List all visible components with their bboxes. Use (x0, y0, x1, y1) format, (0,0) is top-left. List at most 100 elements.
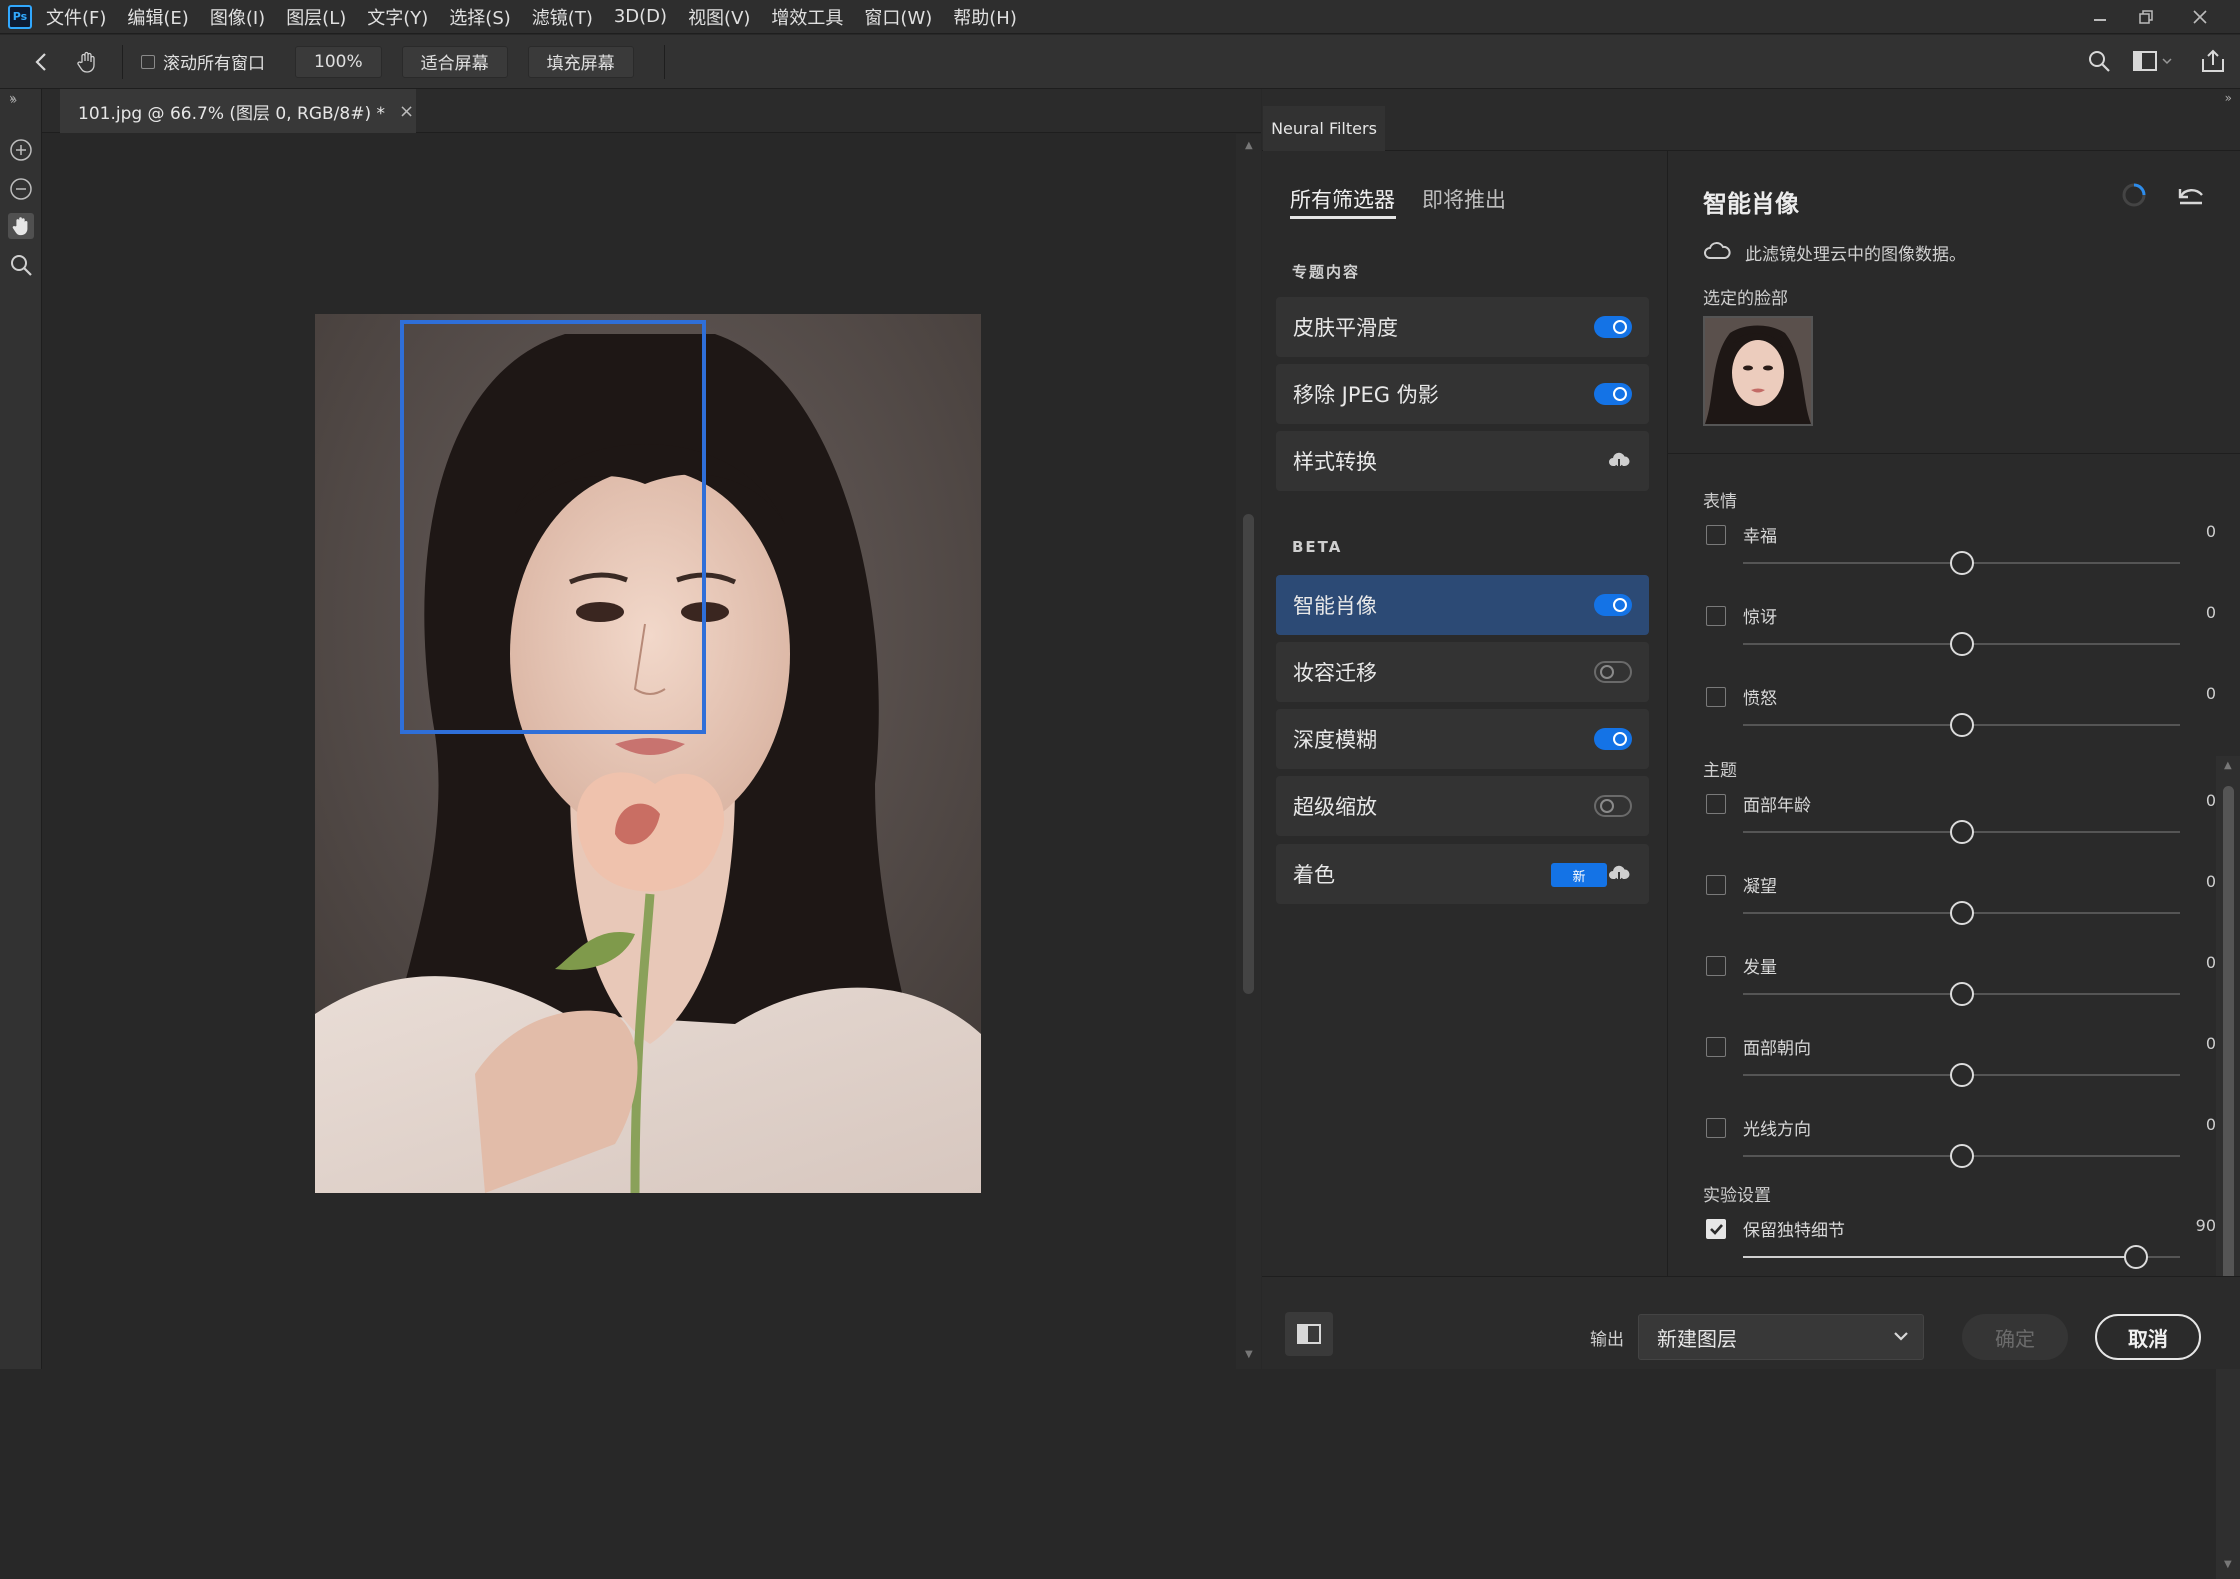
menu-edit[interactable]: 编辑(E) (127, 4, 188, 30)
slider-checkbox[interactable] (1706, 875, 1726, 895)
filter-style-transfer[interactable]: 样式转换 (1276, 431, 1649, 491)
menu-help[interactable]: 帮助(H) (953, 4, 1017, 30)
filter-depth-blur[interactable]: 深度模糊 (1276, 709, 1649, 769)
filter-smart-portrait[interactable]: 智能肖像 (1276, 575, 1649, 635)
slider-checkbox[interactable] (1706, 525, 1726, 545)
toggle-skin-smoothing[interactable] (1594, 316, 1632, 338)
menu-view[interactable]: 视图(V) (688, 4, 750, 30)
menu-layer[interactable]: 图层(L) (286, 4, 346, 30)
zoom-100-button[interactable]: 100% (295, 45, 382, 78)
slider-handle[interactable] (1949, 551, 1974, 575)
menu-select[interactable]: 选择(S) (449, 4, 510, 30)
tab-all-filters[interactable]: 所有筛选器 (1290, 184, 1395, 214)
search-icon[interactable] (2087, 49, 2111, 77)
slider-row: 面部朝向 0 (1668, 1031, 2228, 1111)
menu-plugins[interactable]: 增效工具 (771, 4, 843, 30)
tab-coming-soon[interactable]: 即将推出 (1422, 184, 1506, 214)
hand-icon[interactable] (8, 213, 34, 239)
selected-face-thumbnail[interactable] (1703, 316, 1813, 426)
slider-checkbox[interactable] (1706, 687, 1726, 707)
cloud-download-icon[interactable] (1607, 449, 1631, 473)
panel-tab-neural-filters[interactable]: Neural Filters (1263, 106, 1385, 151)
ok-button[interactable]: 确定 (1962, 1314, 2068, 1360)
scroll-up-icon[interactable]: ▲ (2224, 760, 2232, 771)
toggle-smart-portrait[interactable] (1594, 594, 1632, 616)
slider-handle[interactable] (1949, 632, 1974, 656)
slider-track[interactable] (1743, 551, 2180, 575)
slider-label: 幸福 (1743, 527, 1777, 547)
slider-handle[interactable] (1949, 820, 1974, 844)
scroll-down-icon[interactable]: ▼ (2224, 1559, 2232, 1570)
scroll-thumb[interactable] (2223, 786, 2234, 1346)
menu-type[interactable]: 文字(Y) (367, 4, 428, 30)
output-select[interactable]: 新建图层 (1638, 1314, 1924, 1360)
slider-checkbox[interactable] (1706, 606, 1726, 626)
slider-track[interactable] (1743, 713, 2180, 737)
hand-tool-icon[interactable] (62, 50, 112, 74)
slider-handle[interactable] (1949, 982, 1974, 1006)
close-tab-icon[interactable]: × (399, 101, 414, 122)
menu-image[interactable]: 图像(I) (210, 4, 265, 30)
filter-super-zoom[interactable]: 超级缩放 (1276, 776, 1649, 836)
toggle-super-zoom[interactable] (1594, 795, 1632, 817)
zoom-in-icon[interactable] (8, 137, 34, 163)
back-arrow-icon[interactable] (20, 51, 62, 73)
slider-checkbox[interactable] (1706, 1219, 1726, 1239)
slider-track[interactable] (1743, 901, 2180, 925)
workspace-icon[interactable] (2133, 50, 2173, 76)
output-label: 输出 (1590, 1330, 1624, 1350)
fill-screen-button[interactable]: 填充屏幕 (527, 45, 634, 78)
detail-scrollbar[interactable]: ▲ ▼ (2216, 756, 2240, 1579)
cloud-download-icon[interactable] (1607, 862, 1631, 886)
scroll-up-icon[interactable]: ▲ (1245, 140, 1253, 151)
preview-toggle-button[interactable] (1285, 1312, 1333, 1356)
fit-screen-button[interactable]: 适合屏幕 (401, 45, 508, 78)
slider-track[interactable] (1743, 632, 2180, 656)
filter-colorize[interactable]: 着色 新 (1276, 844, 1649, 904)
cancel-button[interactable]: 取消 (2095, 1314, 2201, 1360)
scroll-thumb[interactable] (1243, 514, 1254, 994)
restore-icon[interactable] (2122, 0, 2170, 34)
scroll-all-checkbox[interactable] (141, 54, 155, 69)
separator (122, 44, 123, 79)
share-icon[interactable] (2200, 48, 2226, 78)
slider-row: 愤怒 0 (1668, 681, 2228, 761)
document-tab[interactable]: 101.jpg @ 66.7% (图层 0, RGB/8#) * × (60, 89, 416, 133)
slider-track[interactable] (1743, 1245, 2180, 1269)
slider-track[interactable] (1743, 1144, 2180, 1168)
menu-file[interactable]: 文件(F) (46, 4, 106, 30)
slider-value: 0 (2205, 603, 2216, 622)
minimize-icon[interactable] (2076, 0, 2124, 34)
menu-3d[interactable]: 3D(D) (614, 6, 667, 27)
slider-handle[interactable] (1949, 1144, 1974, 1168)
scroll-down-icon[interactable]: ▼ (1245, 1349, 1253, 1360)
canvas-scrollbar[interactable]: ▲ ▼ (1236, 134, 1261, 1369)
magnifier-icon[interactable] (8, 252, 34, 278)
slider-track[interactable] (1743, 1063, 2180, 1087)
expand-chevrons-icon[interactable]: » (10, 93, 17, 107)
slider-checkbox[interactable] (1706, 1118, 1726, 1138)
zoom-out-icon[interactable] (8, 176, 34, 202)
close-window-icon[interactable] (2176, 0, 2224, 34)
toggle-jpeg-artifacts[interactable] (1594, 383, 1632, 405)
filter-makeup-transfer[interactable]: 妆容迁移 (1276, 642, 1649, 702)
slider-row: 光线方向 0 (1668, 1112, 2228, 1192)
canvas[interactable] (42, 134, 1236, 1369)
reset-icon[interactable] (2176, 183, 2206, 209)
slider-track[interactable] (1743, 982, 2180, 1006)
panel-collapse-icon[interactable]: » (2225, 91, 2232, 105)
slider-track[interactable] (1743, 820, 2180, 844)
slider-checkbox[interactable] (1706, 956, 1726, 976)
slider-handle[interactable] (2124, 1245, 2149, 1269)
slider-checkbox[interactable] (1706, 794, 1726, 814)
slider-checkbox[interactable] (1706, 1037, 1726, 1057)
menu-filter[interactable]: 滤镜(T) (532, 4, 593, 30)
menu-window[interactable]: 窗口(W) (864, 4, 932, 30)
slider-handle[interactable] (1949, 1063, 1974, 1087)
toggle-depth-blur[interactable] (1594, 728, 1632, 750)
filter-skin-smoothing[interactable]: 皮肤平滑度 (1276, 297, 1649, 357)
filter-jpeg-artifacts[interactable]: 移除 JPEG 伪影 (1276, 364, 1649, 424)
slider-handle[interactable] (1949, 901, 1974, 925)
toggle-makeup-transfer[interactable] (1594, 661, 1632, 683)
slider-handle[interactable] (1949, 713, 1974, 737)
